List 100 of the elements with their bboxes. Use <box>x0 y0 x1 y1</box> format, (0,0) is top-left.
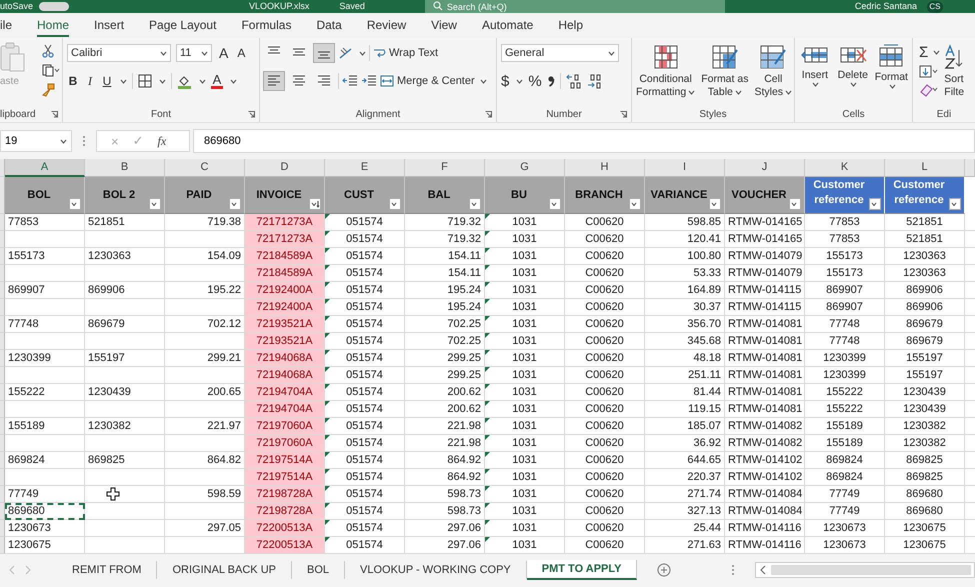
caret-icon[interactable] <box>230 78 237 84</box>
caret-icon[interactable] <box>812 82 820 87</box>
sort-az-icon[interactable] <box>944 44 964 70</box>
conditional-formatting-icon[interactable] <box>652 44 679 70</box>
font-size-field[interactable]: 11 <box>176 44 212 62</box>
column-header[interactable]: D <box>245 159 325 177</box>
name-box[interactable]: 19 <box>0 130 72 152</box>
caret-icon[interactable] <box>608 50 615 56</box>
scrollbar-thumb[interactable] <box>771 565 972 575</box>
sheet-tab[interactable]: BOL <box>292 561 345 579</box>
table-brush-icon[interactable] <box>710 44 739 70</box>
caret-icon[interactable] <box>850 82 858 87</box>
scroll-left-icon[interactable] <box>759 565 768 575</box>
percent-button[interactable]: % <box>528 72 542 90</box>
column-header[interactable]: F <box>405 159 485 177</box>
bold-button[interactable]: B <box>67 74 79 88</box>
text-angle-icon[interactable] <box>338 46 354 60</box>
user-avatar[interactable]: CS <box>926 0 943 12</box>
autosave-toggle[interactable] <box>39 2 70 11</box>
sheet-tab[interactable]: PMT TO APPLY <box>526 560 638 580</box>
filter-dropdown-icon[interactable] <box>549 198 561 210</box>
caret-icon[interactable] <box>516 78 524 84</box>
cell-styles-button[interactable]: Cell Styles <box>754 42 792 99</box>
increase-font-size-button[interactable]: A <box>217 45 230 61</box>
caret-icon[interactable] <box>785 90 792 95</box>
formula-field[interactable]: 869680 <box>193 129 975 153</box>
decrease-indent-icon[interactable] <box>342 74 358 88</box>
filter-dropdown-icon[interactable] <box>949 198 961 210</box>
clipboard-icon[interactable] <box>0 42 26 72</box>
italic-button[interactable]: I <box>84 74 96 88</box>
align-left-icon[interactable] <box>263 71 285 91</box>
filter-dropdown-icon[interactable] <box>69 198 81 210</box>
scissors-icon[interactable] <box>42 44 54 58</box>
column-header[interactable]: H <box>565 159 645 177</box>
dialog-launcher-icon[interactable] <box>248 111 255 118</box>
format-button[interactable]: Format <box>874 42 908 89</box>
ribbon-tab[interactable]: Data <box>316 14 342 37</box>
column-header[interactable]: C <box>165 159 245 177</box>
filter-dropdown-icon[interactable] <box>629 198 641 210</box>
ribbon-tab[interactable]: Page Layout <box>149 14 216 37</box>
more-options-icon[interactable] <box>82 135 86 147</box>
dialog-launcher-icon[interactable] <box>51 111 58 118</box>
paintbrush-icon[interactable] <box>42 83 55 97</box>
column-header[interactable]: I <box>645 159 725 177</box>
column-header[interactable]: K <box>805 159 885 177</box>
column-header[interactable]: J <box>725 159 805 177</box>
format-cells-icon[interactable] <box>878 44 904 68</box>
ribbon-tab[interactable]: Help <box>558 14 584 37</box>
caret-icon[interactable] <box>159 78 166 84</box>
search-field[interactable]: Search (Alt+Q) <box>424 0 725 13</box>
column-header[interactable]: G <box>485 159 565 177</box>
delete-button[interactable]: Delete <box>836 42 869 87</box>
ribbon-tab[interactable]: View <box>431 14 457 37</box>
filter-dropdown-icon[interactable] <box>789 198 801 210</box>
font-name-field[interactable]: Calibri <box>67 44 171 62</box>
filter-dropdown-icon[interactable] <box>149 198 161 210</box>
number-format-field[interactable]: General <box>501 44 619 62</box>
eraser-icon[interactable] <box>919 83 939 97</box>
bottom-align-icon[interactable] <box>313 43 335 63</box>
decrease-decimal-icon[interactable] <box>586 73 603 89</box>
sheet-tab[interactable]: ORIGINAL BACK UP <box>157 561 292 579</box>
wrap-text-icon[interactable] <box>373 46 386 60</box>
font-color-button[interactable]: A <box>211 74 223 88</box>
sort-filter-button[interactable]: Sort Filte <box>944 42 964 106</box>
decrease-font-size-button[interactable]: A <box>235 46 248 60</box>
borders-icon[interactable] <box>138 74 152 88</box>
ribbon-tab[interactable]: ile <box>0 14 12 37</box>
caret-icon[interactable] <box>933 50 940 55</box>
caret-icon[interactable] <box>60 138 67 144</box>
horizontal-scrollbar[interactable] <box>755 562 975 578</box>
filter-dropdown-icon[interactable] <box>709 198 721 210</box>
ribbon-tab[interactable]: Formulas <box>241 14 292 37</box>
fill-color-icon[interactable] <box>177 74 192 88</box>
move-cursor-icon[interactable] <box>106 487 120 501</box>
increase-decimal-icon[interactable] <box>566 73 582 89</box>
column-header[interactable]: L <box>885 159 965 177</box>
caret-icon[interactable] <box>199 78 206 84</box>
currency-button[interactable]: $ <box>501 72 510 90</box>
filter-dropdown-icon[interactable] <box>469 198 481 210</box>
caret-icon[interactable] <box>201 50 208 56</box>
caret-icon[interactable] <box>888 84 896 89</box>
autosum-button[interactable]: Σ <box>919 44 940 61</box>
fill-down-icon[interactable] <box>919 65 939 79</box>
caret-icon[interactable] <box>160 50 167 56</box>
dialog-launcher-icon[interactable] <box>620 111 627 118</box>
caret-icon[interactable] <box>120 78 127 84</box>
underline-button[interactable]: U <box>101 74 113 88</box>
column-header[interactable]: E <box>325 159 405 177</box>
copy-icon[interactable] <box>42 64 60 77</box>
caret-icon[interactable] <box>688 90 696 95</box>
increase-indent-icon[interactable] <box>361 74 377 88</box>
search-icon[interactable] <box>432 1 443 11</box>
conditional-formatting-button[interactable]: Conditional Formatting <box>636 42 696 99</box>
format-as-table-button[interactable]: Format as Table <box>701 42 748 99</box>
sort-filter-icon[interactable] <box>309 198 321 210</box>
filter-dropdown-icon[interactable] <box>869 198 881 210</box>
ribbon-tab[interactable]: Review <box>366 14 406 37</box>
cell-brush-icon[interactable] <box>759 44 788 70</box>
merge-center-button[interactable]: Merge & Center <box>380 75 487 87</box>
filter-dropdown-icon[interactable] <box>389 198 401 210</box>
